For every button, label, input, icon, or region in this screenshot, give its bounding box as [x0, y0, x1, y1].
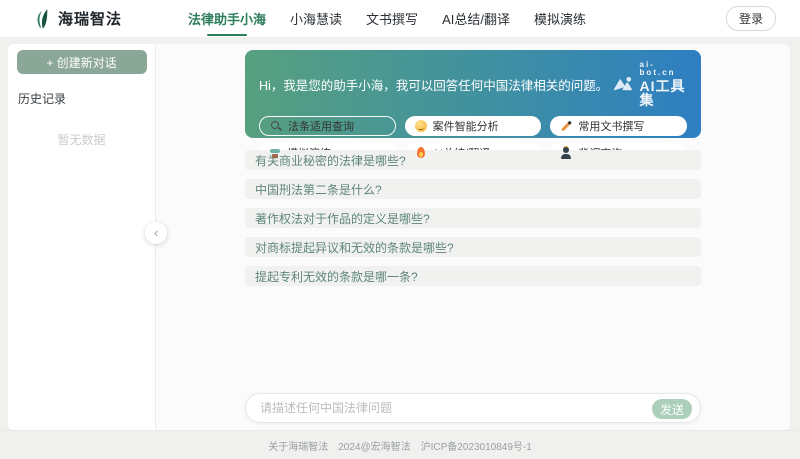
main-area: Hi，我是您的助手小海，我可以回答任何中国法律相关的问题。 ai-bot.cn …: [156, 44, 790, 430]
footer-icp-link[interactable]: 沪ICP备2023010849号-1: [421, 438, 532, 453]
watermark-title: AI工具集: [640, 79, 687, 107]
page-footer: 关于海瑞智法 2024@宏海智法 沪ICP备2023010849号-1: [0, 430, 800, 459]
send-button[interactable]: 发送: [652, 399, 692, 419]
nav-tab[interactable]: 小海慧读: [290, 5, 342, 32]
main-nav: 法律助手小海 小海慧读 文书撰写 AI总结/翻译 模拟演练: [188, 5, 586, 32]
suggested-question[interactable]: 提起专利无效的条款是哪一条?: [245, 266, 701, 286]
greeting-text: Hi，我是您的助手小海，我可以回答任何中国法律相关的问题。: [259, 75, 608, 94]
gavel-icon: [269, 147, 281, 159]
top-header: 海瑞智法 法律助手小海 小海慧读 文书撰写 AI总结/翻译 模拟演练 登录: [0, 0, 800, 38]
nav-tab[interactable]: 文书撰写: [366, 5, 418, 32]
history-empty-state: 暂无数据: [8, 131, 155, 148]
ai-bot-logo-icon: [614, 74, 634, 94]
quick-action-pill[interactable]: 法条适用查询: [259, 116, 396, 136]
question-input[interactable]: [260, 395, 590, 421]
nav-tab[interactable]: AI总结/翻译: [442, 5, 510, 32]
content-card: + 创建新对话 历史记录 暂无数据 ‹ Hi，我是您的助手小海，我可以回答任何中…: [8, 44, 790, 430]
suggested-question[interactable]: 中国刑法第二条是什么?: [245, 179, 701, 199]
message-composer: 发送: [245, 393, 701, 423]
sidebar-collapse-button[interactable]: ‹: [145, 222, 167, 244]
watermark: ai-bot.cn AI工具集: [614, 61, 687, 107]
footer-copyright: 2024@宏海智法: [338, 438, 410, 453]
new-chat-button[interactable]: + 创建新对话: [17, 50, 147, 74]
smiley-icon: [415, 120, 427, 132]
brand-leaf-icon: [32, 8, 50, 30]
quick-action-pill[interactable]: 案件智能分析: [405, 116, 542, 136]
page-body: + 创建新对话 历史记录 暂无数据 ‹ Hi，我是您的助手小海，我可以回答任何中…: [0, 38, 800, 459]
quick-action-pill[interactable]: 常用文书撰写: [550, 116, 687, 136]
footer-about-link[interactable]: 关于海瑞智法: [268, 438, 328, 453]
suggested-question[interactable]: 有关商业秘密的法律是哪些?: [245, 150, 701, 170]
watermark-domain: ai-bot.cn: [640, 61, 687, 77]
brand-name: 海瑞智法: [58, 8, 122, 29]
brand-logo[interactable]: 海瑞智法: [32, 8, 122, 30]
history-label: 历史记录: [18, 90, 155, 107]
nav-tab[interactable]: 模拟演练: [534, 5, 586, 32]
suggested-question[interactable]: 对商标提起异议和无效的条款是哪些?: [245, 237, 701, 257]
welcome-banner: Hi，我是您的助手小海，我可以回答任何中国法律相关的问题。 ai-bot.cn …: [245, 50, 701, 138]
sidebar: + 创建新对话 历史记录 暂无数据 ‹: [8, 44, 156, 430]
nav-tab[interactable]: 法律助手小海: [188, 5, 266, 32]
suggested-question[interactable]: 著作权法对于作品的定义是哪些?: [245, 208, 701, 228]
detective-icon: [560, 147, 572, 159]
login-button[interactable]: 登录: [726, 6, 776, 31]
pen-icon: [560, 120, 572, 132]
flame-icon: [415, 147, 427, 159]
suggested-questions: 有关商业秘密的法律是哪些? 中国刑法第二条是什么? 著作权法对于作品的定义是哪些…: [245, 150, 701, 295]
magnifier-icon: [270, 120, 282, 132]
